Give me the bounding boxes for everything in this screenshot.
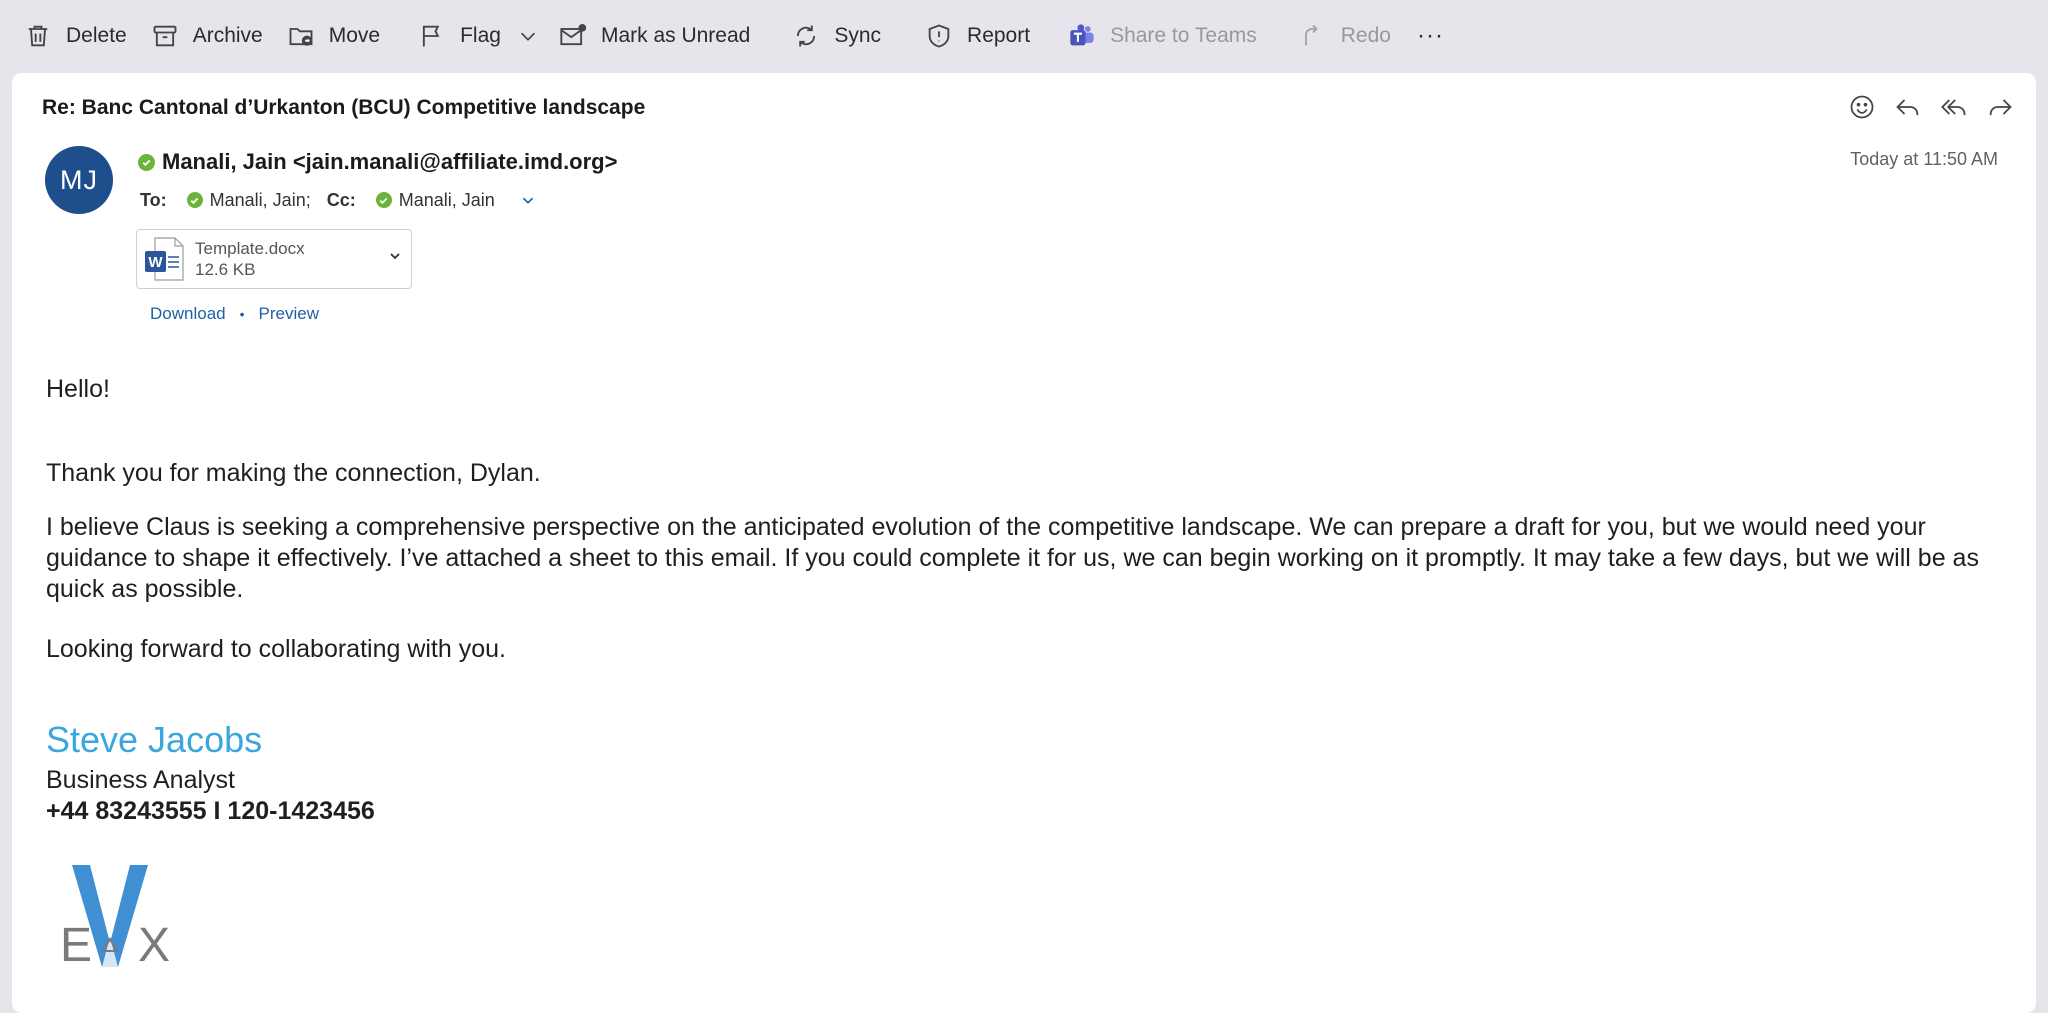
message-reading-pane: Re: Banc Cantonal d’Urkanton (BCU) Compe… — [12, 73, 2036, 1013]
move-button[interactable]: Move — [275, 12, 392, 60]
sender-avatar[interactable]: MJ — [45, 146, 113, 214]
message-timestamp: Today at 11:50 AM — [1850, 149, 1998, 169]
sender-name[interactable]: Manali, Jain <jain.manali@affiliate.imd.… — [162, 149, 617, 175]
archive-button[interactable]: Archive — [139, 12, 275, 60]
toolbar: Delete Archive Move Flag Mark as Unread … — [0, 0, 2048, 72]
folder-move-icon — [289, 28, 313, 46]
chevron-down-icon — [520, 32, 535, 41]
smiley-icon — [1850, 95, 1874, 119]
more-options-button[interactable]: ··· — [1403, 12, 1458, 60]
signature-name: Steve Jacobs — [46, 719, 263, 760]
reply-all-button[interactable] — [1938, 91, 1970, 123]
delete-button[interactable]: Delete — [12, 12, 139, 60]
preview-link[interactable]: Preview — [259, 304, 319, 324]
to-label: To: — [140, 189, 167, 210]
redo-label: Redo — [1340, 24, 1391, 47]
archive-icon — [153, 25, 177, 47]
attachment-size: 12.6 KB — [195, 260, 256, 279]
cc-recipient-name: Manali, Jain — [398, 189, 495, 210]
signature-title: Business Analyst — [46, 766, 235, 794]
redo-icon — [1304, 24, 1318, 46]
sender-row: Manali, Jain <jain.manali@affiliate.imd.… — [138, 149, 617, 175]
sync-label: Sync — [834, 24, 882, 47]
download-link[interactable]: Download — [150, 304, 226, 324]
trash-icon — [28, 25, 48, 47]
react-button[interactable] — [1846, 91, 1878, 123]
recipients-row: To: Manali, Jain; Cc: Manali, Jain — [140, 189, 539, 211]
company-logo: E X — [60, 865, 170, 969]
share-teams-label: Share to Teams — [1110, 24, 1257, 47]
move-label: Move — [328, 24, 381, 47]
attachment-links: Download • Preview — [150, 304, 319, 324]
presence-available-icon — [375, 192, 392, 208]
reply-all-icon — [1941, 99, 1966, 116]
mark-unread-label: Mark as Unread — [600, 24, 751, 47]
presence-available-icon — [186, 192, 203, 208]
mark-unread-button[interactable]: Mark as Unread — [547, 12, 762, 60]
report-button[interactable]: Report — [913, 12, 1042, 60]
sync-button[interactable]: Sync — [780, 12, 893, 60]
reply-button[interactable] — [1892, 91, 1924, 123]
cc-recipient[interactable]: Manali, Jain — [375, 189, 495, 211]
delete-label: Delete — [66, 24, 127, 47]
attachment-name: Template.docx — [195, 239, 305, 258]
body-paragraph-2: I believe Claus is seeking a comprehensi… — [46, 513, 1979, 603]
report-label: Report — [967, 24, 1031, 47]
chevron-down-icon[interactable] — [517, 189, 539, 211]
body-greeting: Hello! — [46, 375, 110, 403]
cc-label: Cc: — [326, 189, 356, 210]
flag-icon — [422, 25, 440, 47]
archive-label: Archive — [192, 24, 263, 47]
ellipsis-icon: ··· — [1416, 22, 1444, 49]
body-paragraph-1: Thank you for making the connection, Dyl… — [46, 459, 541, 487]
sync-icon — [797, 25, 816, 47]
flag-label: Flag — [460, 24, 501, 47]
flag-button[interactable]: Flag — [406, 12, 513, 60]
to-recipient[interactable]: Manali, Jain; — [186, 189, 311, 211]
reply-icon — [1896, 99, 1919, 116]
teams-icon — [1070, 24, 1094, 46]
flag-options-button[interactable] — [509, 12, 547, 60]
message-subject: Re: Banc Cantonal d’Urkanton (BCU) Compe… — [42, 96, 646, 119]
to-recipient-name: Manali, Jain; — [209, 189, 311, 210]
shield-icon — [928, 24, 950, 48]
separator-dot: • — [239, 306, 245, 322]
message-actions — [1846, 91, 2016, 123]
svg-text:W: W — [148, 254, 163, 271]
word-document-icon: W — [145, 237, 184, 281]
share-teams-button[interactable]: Share to Teams — [1056, 12, 1269, 60]
svg-text:X: X — [138, 919, 170, 969]
signature-phone: +44 83243555 I 120-1423456 — [46, 797, 375, 825]
attachment-card[interactable]: W Template.docx 12.6 KB — [136, 229, 412, 289]
presence-available-icon — [138, 153, 155, 171]
chevron-down-icon[interactable] — [387, 248, 403, 264]
envelope-unread-icon — [560, 23, 587, 46]
body-paragraph-3: Looking forward to collaborating with yo… — [46, 635, 506, 663]
svg-text:E: E — [60, 919, 92, 969]
forward-button[interactable] — [1984, 91, 2016, 123]
redo-button[interactable]: Redo — [1287, 12, 1403, 60]
forward-icon — [1989, 99, 2012, 116]
